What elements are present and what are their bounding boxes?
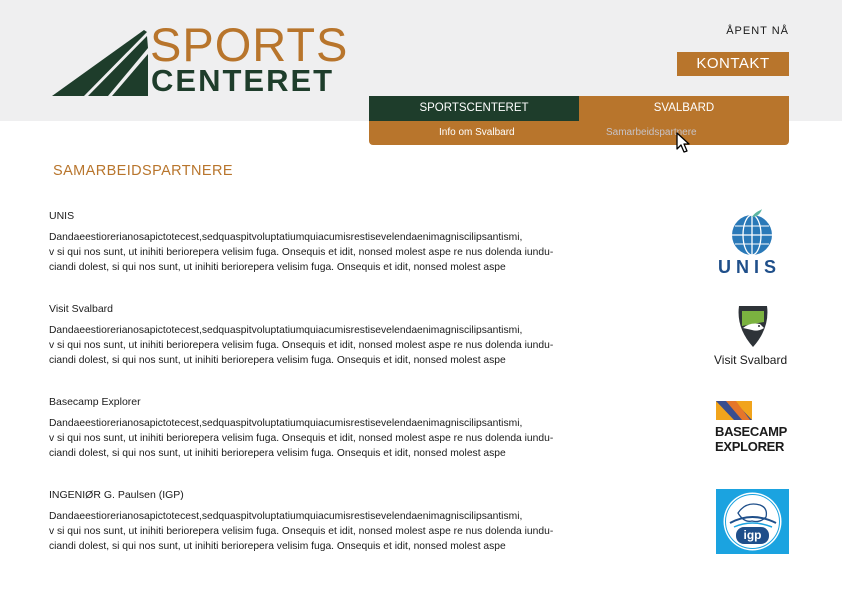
contact-button[interactable]: KONTAKT: [677, 52, 789, 76]
description-line: Dandaeestiorerianosapictotecest,sedquasp…: [49, 232, 523, 243]
description-line: Dandaeestiorerianosapictotecest,sedquasp…: [49, 418, 523, 429]
partner-name: Visit Svalbard: [49, 303, 114, 315]
partner-description: Dandaeestiorerianosapictotecest,sedquasp…: [49, 509, 589, 554]
polar-bear-seal-icon: [723, 492, 782, 551]
unis-logo[interactable]: UNIS: [712, 207, 792, 277]
partner-description: Dandaeestiorerianosapictotecest,sedquasp…: [49, 416, 589, 461]
description-line: ciandi dolest, si qui nos sunt, ut inihi…: [49, 541, 506, 552]
tab-sportscenteret[interactable]: SPORTSCENTERET: [369, 96, 579, 121]
basecamp-logo-line1: BASECAMP: [715, 424, 787, 439]
sportscenteret-logo[interactable]: SPORTS CENTERET: [52, 19, 347, 100]
page-title: SAMARBEIDSPARTNERE: [53, 163, 233, 179]
description-line: ciandi dolest, si qui nos sunt, ut inihi…: [49, 448, 506, 459]
basecamp-mountain-icon: [716, 401, 752, 420]
partner-description: Dandaeestiorerianosapictotecest,sedquasp…: [49, 230, 589, 275]
description-line: Dandaeestiorerianosapictotecest,sedquasp…: [49, 511, 523, 522]
description-line: ciandi dolest, si qui nos sunt, ut inihi…: [49, 262, 506, 273]
logo-word-centeret: CENTERET: [151, 63, 335, 98]
basecamp-logo-line2: EXPLORER: [715, 439, 785, 454]
partner-description: Dandaeestiorerianosapictotecest,sedquasp…: [49, 323, 589, 368]
visit-svalbard-logo[interactable]: Visit Svalbard: [712, 302, 794, 372]
partner-entry-igp: INGENIØR G. Paulsen (IGP) Dandaeestiorer…: [49, 489, 589, 554]
partner-name: UNIS: [49, 210, 75, 222]
globe-icon: [732, 209, 772, 256]
partner-entry-basecamp-explorer: Basecamp Explorer Dandaeestiorerianosapi…: [49, 396, 589, 461]
description-line: v si qui nos sunt, ut inihiti berioreper…: [49, 526, 554, 537]
tab-svalbard[interactable]: SVALBARD: [579, 96, 789, 121]
igp-logo-text: igp: [736, 527, 769, 544]
polar-bear-shield-icon: [738, 306, 768, 347]
igp-logo[interactable]: igp: [716, 489, 789, 554]
partner-name: INGENIØR G. Paulsen (IGP): [49, 489, 184, 501]
main-nav: SPORTSCENTERET SVALBARD: [369, 96, 789, 121]
description-line: v si qui nos sunt, ut inihiti berioreper…: [49, 340, 554, 351]
mountain-logo-icon: [52, 30, 148, 96]
svalbard-submenu: Info om Svalbard Samarbeidspartnere: [369, 121, 789, 145]
partner-name: Basecamp Explorer: [49, 396, 141, 408]
submenu-item-info-om-svalbard[interactable]: Info om Svalbard: [439, 121, 515, 145]
basecamp-explorer-logo[interactable]: BASECAMP EXPLORER: [714, 401, 794, 459]
visit-svalbard-logo-text: Visit Svalbard: [714, 353, 788, 367]
unis-logo-text: UNIS: [718, 257, 782, 277]
description-line: Dandaeestiorerianosapictotecest,sedquasp…: [49, 325, 523, 336]
partner-entry-visit-svalbard: Visit Svalbard Dandaeestiorerianosapicto…: [49, 303, 589, 368]
partner-entry-unis: UNIS Dandaeestiorerianosapictotecest,sed…: [49, 210, 589, 275]
description-line: ciandi dolest, si qui nos sunt, ut inihi…: [49, 355, 506, 366]
opening-status: ÅPENT NÅ: [726, 25, 789, 37]
description-line: v si qui nos sunt, ut inihiti berioreper…: [49, 247, 554, 258]
description-line: v si qui nos sunt, ut inihiti berioreper…: [49, 433, 554, 444]
arrow-cursor-icon: [676, 132, 690, 153]
